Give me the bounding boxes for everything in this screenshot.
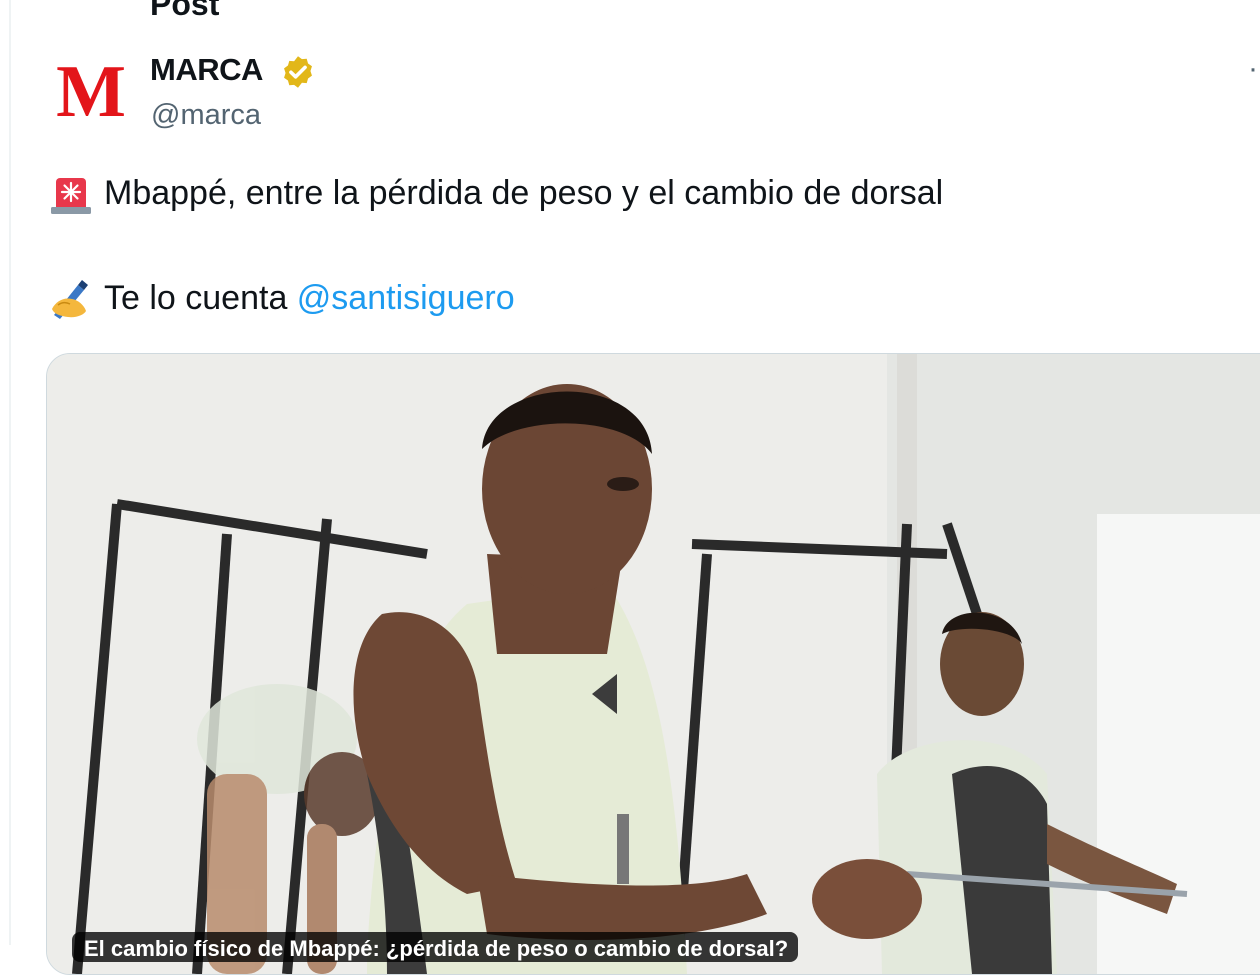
timeline-border [9,0,11,945]
rotating-light-icon [51,178,91,214]
tweet-text-line-1: Mbappé, entre la pérdida de peso y el ca… [104,173,944,212]
tweet-media-image[interactable] [46,353,1260,975]
author-handle[interactable]: @marca [151,99,261,132]
more-options-button[interactable]: · [1248,52,1258,86]
image-caption: El cambio físico de Mbappé: ¿pérdida de … [72,932,798,962]
author-name[interactable]: MARCA [150,52,263,88]
tweet-line-2: Te lo cuenta @santisiguero [48,275,515,321]
mention-link[interactable]: @santisiguero [297,279,515,318]
writing-hand-icon [52,280,88,319]
avatar[interactable]: M [52,54,128,130]
tweet-text-prefix: Te lo cuenta [104,278,297,317]
tweet-line-1: Mbappé, entre la pérdida de peso y el ca… [48,170,943,216]
verified-badge-icon [284,56,312,88]
marca-logo: M [56,51,126,133]
photo-illustration [47,354,1260,974]
page-header-fragment: Post [150,0,220,22]
